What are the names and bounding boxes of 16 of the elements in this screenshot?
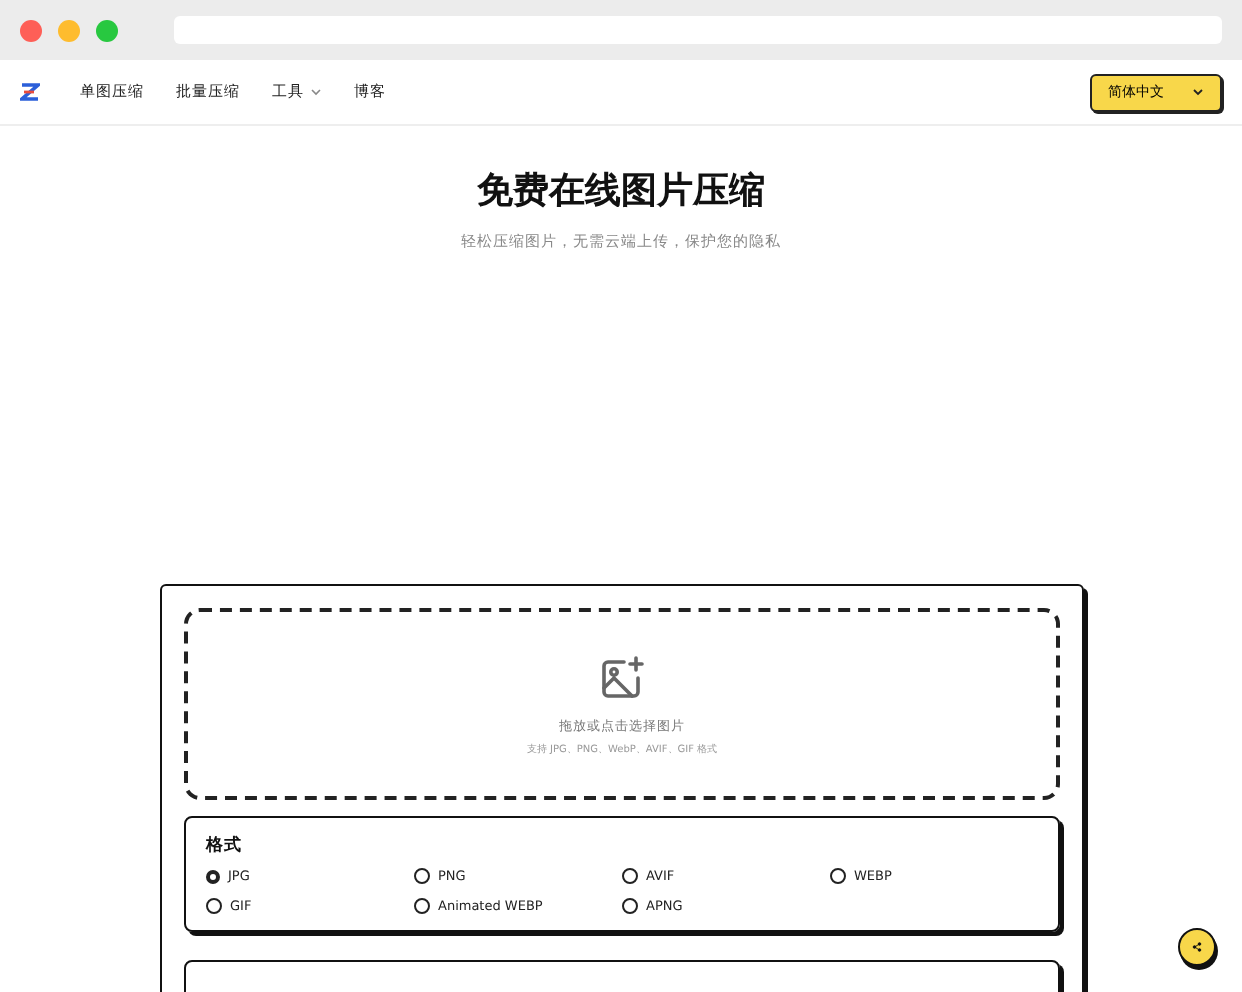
radio-button[interactable]: [622, 868, 638, 884]
section-heading: 格式: [206, 834, 244, 858]
close-window-icon[interactable]: [20, 19, 42, 41]
caret-icon: [310, 86, 322, 98]
radio-button[interactable]: [206, 869, 220, 883]
radio-button[interactable]: [414, 868, 430, 884]
radio-button[interactable]: [414, 898, 430, 914]
radio-button[interactable]: [206, 898, 222, 914]
radio-button[interactable]: [622, 898, 638, 914]
share-icon: [1192, 938, 1202, 956]
logo-icon[interactable]: [20, 82, 40, 102]
page-title: 免费在线图片压缩: [475, 168, 767, 214]
share-button[interactable]: [1178, 928, 1216, 966]
radio-button[interactable]: [830, 868, 846, 884]
caret-icon: [1192, 86, 1204, 98]
add-image-icon: [598, 653, 646, 701]
